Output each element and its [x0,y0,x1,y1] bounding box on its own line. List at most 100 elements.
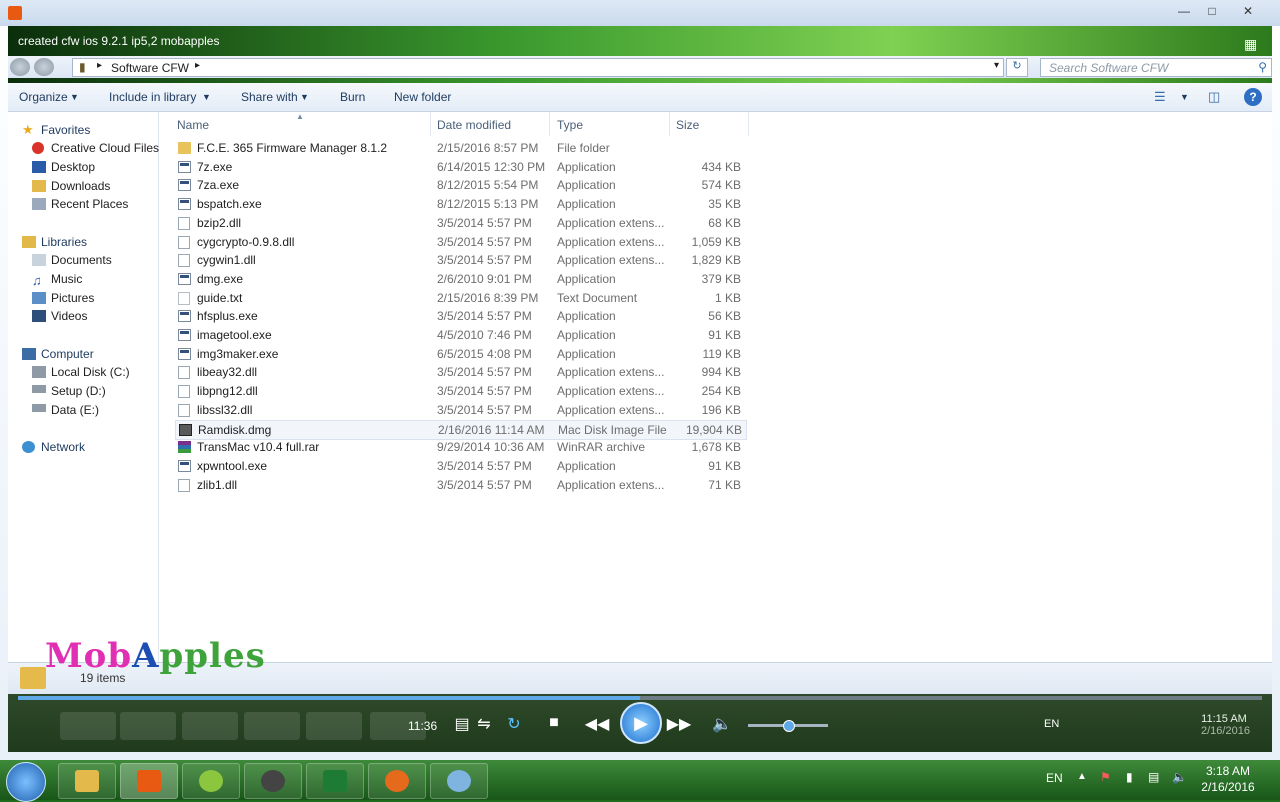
paint-task-button[interactable] [430,763,488,799]
excel-task-button[interactable] [306,763,364,799]
repeat-icon[interactable]: ↻ [504,714,524,734]
file-row[interactable]: F.C.E. 365 Firmware Manager 8.1.2 2/15/20… [175,139,745,157]
column-header-type[interactable]: Type [557,118,583,132]
player-taskbar-thumb[interactable] [120,712,176,740]
nav-libraries[interactable]: Libraries [41,235,87,249]
file-row[interactable]: TransMac v10.4 full.rar 9/29/2014 10:36 A… [175,438,745,456]
back-icon[interactable] [10,58,30,76]
player-taskbar-thumb[interactable] [244,712,300,740]
app-task-button[interactable] [182,763,240,799]
file-row[interactable]: libssl32.dll 3/5/2014 5:57 PM Application … [175,401,745,419]
burn-button[interactable]: Burn [340,90,365,104]
file-row[interactable]: guide.txt 2/15/2016 8:39 PM Text Document 1… [175,289,745,307]
search-icon[interactable]: ⚲ [1258,60,1267,74]
fast-forward-icon[interactable]: ▶▶ [666,714,692,734]
view-options-icon[interactable]: ☰ [1154,89,1166,105]
volume-icon[interactable]: 🔈 [712,714,732,734]
player-taskbar-thumb[interactable] [182,712,238,740]
chevron-down-icon[interactable]: ▾ [994,60,999,71]
minimize-button[interactable]: — [1170,3,1198,19]
chevron-down-icon[interactable]: ▼ [202,92,211,102]
file-row[interactable]: libeay32.dll 3/5/2014 5:57 PM Application … [175,363,745,381]
file-row[interactable]: imagetool.exe 4/5/2010 7:46 PM Application… [175,326,745,344]
recorder-task-button[interactable] [244,763,302,799]
file-row[interactable]: hfsplus.exe 3/5/2014 5:57 PM Application 56… [175,307,745,325]
preview-pane-icon[interactable]: ◫ [1208,89,1220,105]
chevron-down-icon[interactable]: ▼ [1180,92,1189,102]
window-title-bar[interactable]: — □ ✕ [0,0,1280,26]
new-folder-button[interactable]: New folder [394,90,451,104]
seek-bar[interactable] [18,696,1262,700]
playlist-icon[interactable]: ▤ [452,714,472,734]
nav-network[interactable]: Network [41,440,85,454]
grid-icon[interactable]: ▦ [1244,36,1260,52]
player-taskbar-thumb[interactable] [60,712,116,740]
nav-data[interactable]: Data (E:) [51,403,99,417]
forward-icon[interactable] [34,58,54,76]
nav-music[interactable]: Music [51,272,82,286]
help-icon[interactable]: ? [1244,88,1262,106]
column-divider[interactable] [748,112,749,136]
signal-icon[interactable]: ▤ [1148,770,1159,784]
nav-videos[interactable]: Videos [51,309,87,323]
maximize-button[interactable]: □ [1198,3,1226,19]
column-header-date[interactable]: Date modified [437,118,511,132]
file-row[interactable]: xpwntool.exe 3/5/2014 5:57 PM Application 9… [175,457,745,475]
file-row[interactable]: img3maker.exe 6/5/2015 4:08 PM Application… [175,345,745,363]
chevron-down-icon[interactable]: ▼ [70,92,79,102]
file-row[interactable]: bspatch.exe 8/12/2015 5:13 PM Application 3… [175,195,745,213]
start-button[interactable] [6,762,46,802]
chevron-down-icon[interactable]: ▼ [300,92,309,102]
explorer-task-button[interactable] [58,763,116,799]
close-button[interactable]: ✕ [1234,3,1262,19]
breadcrumb[interactable]: Software CFW [111,61,189,75]
file-size: 254 KB [701,384,741,399]
language-indicator[interactable]: EN [1046,771,1063,785]
clock[interactable]: 3:18 AM 2/16/2016 [1196,764,1260,794]
search-input[interactable]: Search Software CFW ⚲ [1040,58,1272,77]
nav-pictures[interactable]: Pictures [51,291,94,305]
refresh-icon[interactable]: ↻ [1006,58,1028,77]
volume-icon[interactable]: 🔈 [1172,770,1187,784]
nav-setup[interactable]: Setup (D:) [51,384,106,398]
player-taskbar-thumb[interactable] [306,712,362,740]
column-header-size[interactable]: Size [676,118,699,132]
battery-icon[interactable]: ▮ [1126,770,1133,784]
play-button[interactable]: ▶ [620,702,662,744]
include-in-library-button[interactable]: Include in library [109,90,196,104]
column-divider[interactable] [430,112,431,136]
organize-button[interactable]: Organize [19,90,68,104]
media-player-task-button[interactable] [120,763,178,799]
file-row[interactable]: cygwin1.dll 3/5/2014 5:57 PM Application e… [175,251,745,269]
nav-recent-places[interactable]: Recent Places [51,197,128,211]
file-row[interactable]: dmg.exe 2/6/2010 9:01 PM Application 379 KB [175,270,745,288]
nav-documents[interactable]: Documents [51,253,112,267]
nav-local-disk[interactable]: Local Disk (C:) [51,365,130,379]
column-divider[interactable] [549,112,550,136]
nav-computer[interactable]: Computer [41,347,94,361]
file-row[interactable]: 7z.exe 6/14/2015 12:30 PM Application 434 K… [175,158,745,176]
file-row[interactable]: 7za.exe 8/12/2015 5:54 PM Application 574 K… [175,176,745,194]
file-row[interactable]: zlib1.dll 3/5/2014 5:57 PM Application ext… [175,476,745,494]
column-header-name[interactable]: Name [177,118,209,132]
nav-desktop[interactable]: Desktop [51,160,95,174]
nav-favorites[interactable]: Favorites [41,123,90,137]
share-with-button[interactable]: Share with [241,90,298,104]
shuffle-icon[interactable]: ⇋ [474,714,494,734]
show-hidden-icons-icon[interactable]: ▲ [1077,771,1087,782]
file-row[interactable]: libpng12.dll 3/5/2014 5:57 PM Application … [175,382,745,400]
address-field[interactable]: ▮ ▸ Software CFW ▸ ▾ [72,58,1004,77]
rewind-icon[interactable]: ◀◀ [584,714,610,734]
stop-icon[interactable]: ■ [544,714,564,732]
action-center-icon[interactable]: ⚑ [1100,770,1111,784]
volume-knob[interactable] [783,720,795,732]
column-divider[interactable] [669,112,670,136]
nav-creative-cloud[interactable]: Creative Cloud Files [51,141,159,155]
file-row[interactable]: bzip2.dll 3/5/2014 5:57 PM Application ext… [175,214,745,232]
file-row[interactable]: cygcrypto-0.9.8.dll 3/5/2014 5:57 PM Appli… [175,233,745,251]
chevron-right-icon[interactable]: ▸ [195,60,200,71]
file-row[interactable]: Ramdisk.dmg 2/16/2016 11:14 AM Mac Disk Im… [175,419,747,440]
nav-downloads[interactable]: Downloads [51,179,110,193]
taskbar: EN ▲ ⚑ ▮ ▤ 🔈 3:18 AM 2/16/2016 [0,760,1280,802]
firefox-task-button[interactable] [368,763,426,799]
